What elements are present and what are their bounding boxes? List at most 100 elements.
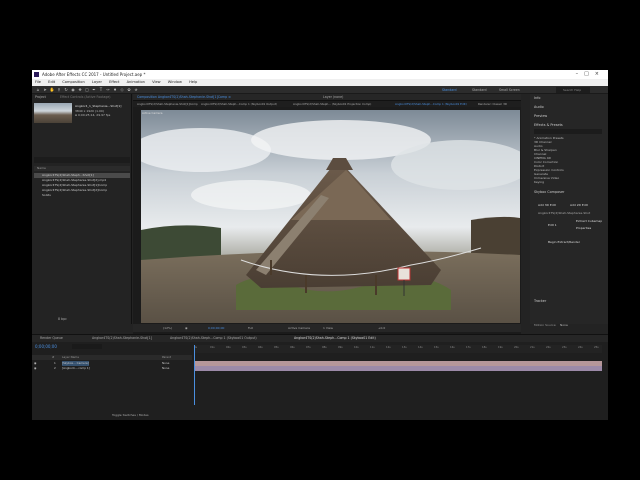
properties-button[interactable]: Properties <box>576 226 591 230</box>
layer-bar-2[interactable] <box>194 366 602 371</box>
view-layout-dropdown[interactable]: 1 View <box>323 324 333 332</box>
menu-window[interactable]: Window <box>168 80 182 84</box>
hand-tool-icon[interactable]: ✋ <box>49 87 55 93</box>
ruler-tick: 23s <box>562 346 567 349</box>
tab-composition[interactable]: Composition Angkor4TS(2)Shah-Stephanie-S… <box>137 94 231 100</box>
breadcrumb-item[interactable]: Angkor4TS(2)Shah-Steph...Comp 1 (Skybox0… <box>395 101 467 107</box>
workspace-standard[interactable]: Standard <box>472 86 487 94</box>
edit-1-item[interactable]: Edit 1 <box>548 223 557 227</box>
ruler-tick: 10s <box>354 346 359 349</box>
add-3d-edit-button[interactable]: Add 3D Edit <box>538 203 556 207</box>
menu-layer[interactable]: Layer <box>92 80 102 84</box>
ruler-tick: 12s <box>386 346 391 349</box>
ruler-tick: 09s <box>338 346 343 349</box>
breadcrumb-item[interactable]: Angkor4TS(2)Shah-Stephanie-Shot[1]Comp <box>137 101 198 107</box>
pan-behind-tool-icon[interactable]: ❖ <box>77 87 83 93</box>
info-panel-title[interactable]: Info <box>534 96 540 100</box>
app-window: Adobe After Effects CC 2017 - Untitled P… <box>32 70 608 420</box>
puppet-tool-icon[interactable]: ✯ <box>133 87 139 93</box>
project-search-input[interactable] <box>34 157 130 163</box>
zoom-tool-icon[interactable]: ⚲ <box>56 87 62 93</box>
breadcrumb-item[interactable]: Angkor4TS(2)Shah-Steph...Comp 1 (Skybox0… <box>201 101 277 107</box>
tab-render-queue[interactable]: Render Queue <box>40 335 63 341</box>
ae-logo-icon <box>34 72 39 77</box>
workspace-default[interactable]: Standard <box>442 86 457 94</box>
resolution-dropdown[interactable]: Full <box>248 324 253 332</box>
tools-bar: ⌂ ➤ ✋ ⚲ ↻ ◉ ❖ ▢ ✒ T ✑ ♦ ◇ ✿ ✯ Standard S… <box>32 86 608 94</box>
snapshot-icon[interactable]: ◉ <box>185 324 188 332</box>
motion-source-dropdown[interactable]: None <box>560 323 568 327</box>
col-parent[interactable]: Parent <box>162 355 171 360</box>
add-2d-edit-button[interactable]: Add 2D Edit <box>570 203 588 207</box>
ruler-tick: 03s <box>242 346 247 349</box>
layer-name[interactable]: [Angkor4....comp 1] <box>62 366 90 371</box>
composition-viewer[interactable] <box>141 110 520 323</box>
zoom-dropdown[interactable]: (12%) <box>163 324 172 332</box>
vr-comp-editor-title[interactable]: Skybox Composer <box>534 190 564 194</box>
col-layer-name[interactable]: Layer Name <box>62 355 79 360</box>
pen-tool-icon[interactable]: ✒ <box>91 87 97 93</box>
window-controls[interactable]: –□× <box>576 70 605 79</box>
composition-panel: Composition Angkor4TS(2)Shah-Stephanie-S… <box>133 94 521 334</box>
bit-depth[interactable]: 8 bpc <box>58 316 67 322</box>
menu-edit[interactable]: Edit <box>48 80 55 84</box>
preview-panel-title[interactable]: Preview <box>534 114 547 118</box>
menu-view[interactable]: View <box>152 80 161 84</box>
timeline-layer-row[interactable]: ◉ 2 [Angkor4....comp 1] None <box>32 366 192 371</box>
layer-parent[interactable]: None <box>162 366 169 371</box>
camera-tool-icon[interactable]: ◉ <box>70 87 76 93</box>
ruler-tick: 15s <box>434 346 439 349</box>
timeline-search-input[interactable] <box>72 344 102 349</box>
ruler-tick: 08s <box>322 346 327 349</box>
text-tool-icon[interactable]: T <box>98 87 104 93</box>
exposure-value[interactable]: +0.0 <box>378 324 385 332</box>
effects-search-input[interactable] <box>534 129 602 134</box>
tab-timeline-comp-active[interactable]: Angkor4TS(2)Shah-Steph...Comp 1 (Skybox0… <box>294 335 376 341</box>
roto-brush-tool-icon[interactable]: ✿ <box>126 87 132 93</box>
eye-icon[interactable]: ◉ <box>34 366 36 371</box>
motion-source-label: Motion Source: <box>534 323 557 327</box>
home-icon[interactable]: ⌂ <box>35 87 41 93</box>
ruler-tick: 02s <box>226 346 231 349</box>
ruler-tick: 14s <box>418 346 423 349</box>
ruler-tick: 22s <box>546 346 551 349</box>
ruler-tick: 07s <box>306 346 311 349</box>
breadcrumb-item[interactable]: Angkor4TS(2)Shah-Steph... (Skybox01 Proj… <box>293 101 371 107</box>
eraser-tool-icon[interactable]: ◇ <box>119 87 125 93</box>
tab-layer[interactable]: Layer (none) <box>323 94 343 100</box>
tab-timeline-comp[interactable]: Angkor4TS(2)Shah-Stephanie-Shot[1] <box>92 335 152 341</box>
ruler-tick: 17s <box>466 346 471 349</box>
project-folder-solids[interactable]: Solids <box>34 193 130 198</box>
timeline-panel: Render Queue Angkor4TS(2)Shah-Stephanie-… <box>32 334 608 420</box>
search-help-input[interactable]: Search Help <box>556 87 590 93</box>
project-column-name[interactable]: Name <box>34 166 130 171</box>
time-ruler[interactable]: 0s 01s 02s 03s 04s 05s 06s 07s 08s 09s 10s 11s 12s 13… <box>194 345 602 353</box>
stamp-tool-icon[interactable]: ♦ <box>112 87 118 93</box>
rectangle-tool-icon[interactable]: ▢ <box>84 87 90 93</box>
effects-presets-title[interactable]: Effects & Presets <box>534 123 563 127</box>
renderer-label[interactable]: Renderer: Classic 3D <box>478 101 507 107</box>
timeline-current-time[interactable]: 0;00;00;00 <box>35 344 57 349</box>
audio-panel-title[interactable]: Audio <box>534 105 544 109</box>
workspace-small-screen[interactable]: Small Screen <box>499 86 520 94</box>
menu-animation[interactable]: Animation <box>127 80 145 84</box>
menu-help[interactable]: Help <box>189 80 197 84</box>
tab-timeline-comp[interactable]: Angkor4TS(2)Shah-Steph...Comp 1 (Skybox0… <box>170 335 257 341</box>
brush-tool-icon[interactable]: ✑ <box>105 87 111 93</box>
ruler-tick: 20s <box>514 346 519 349</box>
rotate-tool-icon[interactable]: ↻ <box>63 87 69 93</box>
ruler-tick: 19s <box>498 346 503 349</box>
selection-tool-icon[interactable]: ➤ <box>42 87 48 93</box>
playhead[interactable] <box>194 345 195 405</box>
tracker-panel-title[interactable]: Tracker <box>534 299 546 303</box>
effects-category[interactable]: Keying <box>534 180 544 184</box>
menu-file[interactable]: File <box>35 80 41 84</box>
toggle-switches-modes[interactable]: Toggle Switches / Modes <box>112 413 149 417</box>
menu-effect[interactable]: Effect <box>109 80 119 84</box>
begin-extract-render-button[interactable]: Begin Extract/Render <box>548 240 580 244</box>
menu-composition[interactable]: Composition <box>62 80 84 84</box>
camera-dropdown[interactable]: Active Camera <box>288 324 310 332</box>
tab-effect-controls[interactable]: Effect Controls (Active Footage) <box>60 94 111 100</box>
current-time[interactable]: 0;00;00;00 <box>208 324 224 332</box>
tab-project[interactable]: Project <box>35 94 46 100</box>
